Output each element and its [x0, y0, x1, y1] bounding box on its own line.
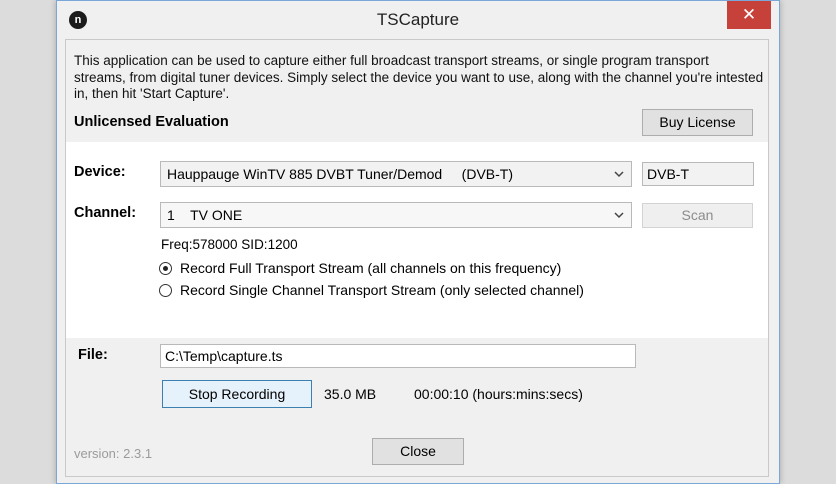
radio-full-stream-label: Record Full Transport Stream (all channe… — [180, 260, 562, 276]
background-left — [0, 0, 56, 484]
elapsed-time: 00:00:10 (hours:mins:secs) — [414, 386, 583, 402]
license-status: Unlicensed Evaluation — [74, 114, 229, 130]
device-panel: Device: Hauppauge WinTV 885 DVBT Tuner/D… — [66, 142, 768, 338]
scan-button[interactable]: Scan — [642, 203, 753, 228]
radio-single-channel-label: Record Single Channel Transport Stream (… — [180, 282, 584, 298]
close-button[interactable]: Close — [372, 438, 464, 465]
channel-select-value: 1 TV ONE — [167, 207, 243, 223]
channel-label: Channel: — [74, 205, 137, 221]
file-label: File: — [78, 347, 108, 363]
buy-license-button[interactable]: Buy License — [642, 109, 753, 136]
capture-size: 35.0 MB — [324, 386, 377, 402]
radio-selected-icon[interactable] — [159, 261, 172, 275]
tscapture-window: n TSCapture ✕ This application can be us… — [56, 0, 780, 484]
chevron-down-icon — [613, 203, 625, 227]
radio-unselected-icon[interactable] — [159, 283, 172, 297]
window-title: TSCapture — [376, 10, 460, 29]
info-panel: This application can be used to capture … — [66, 40, 768, 142]
device-type-field[interactable]: DVB-T — [642, 162, 754, 186]
channel-select[interactable]: 1 TV ONE — [160, 202, 632, 228]
radio-full-stream[interactable]: Record Full Transport Stream (all channe… — [159, 260, 561, 276]
frequency-info: Freq:578000 SID:1200 — [161, 237, 298, 252]
recording-panel: File: C:\Temp\capture.ts Stop Recording … — [66, 338, 768, 476]
window-close-button[interactable]: ✕ — [727, 1, 771, 29]
device-label: Device: — [74, 164, 126, 180]
radio-single-channel[interactable]: Record Single Channel Transport Stream (… — [159, 282, 584, 298]
background-right — [780, 0, 836, 484]
device-select[interactable]: Hauppauge WinTV 885 DVBT Tuner/Demod (DV… — [160, 161, 632, 187]
stop-recording-button[interactable]: Stop Recording — [162, 380, 312, 408]
chevron-down-icon — [613, 162, 625, 186]
description-text: This application can be used to capture … — [74, 53, 764, 101]
version-label: version: 2.3.1 — [74, 446, 153, 461]
title-bar[interactable]: n TSCapture ✕ — [57, 1, 779, 39]
client-area: This application can be used to capture … — [65, 39, 769, 477]
file-path-input[interactable]: C:\Temp\capture.ts — [160, 344, 636, 368]
device-select-value: Hauppauge WinTV 885 DVBT Tuner/Demod (DV… — [167, 166, 513, 182]
